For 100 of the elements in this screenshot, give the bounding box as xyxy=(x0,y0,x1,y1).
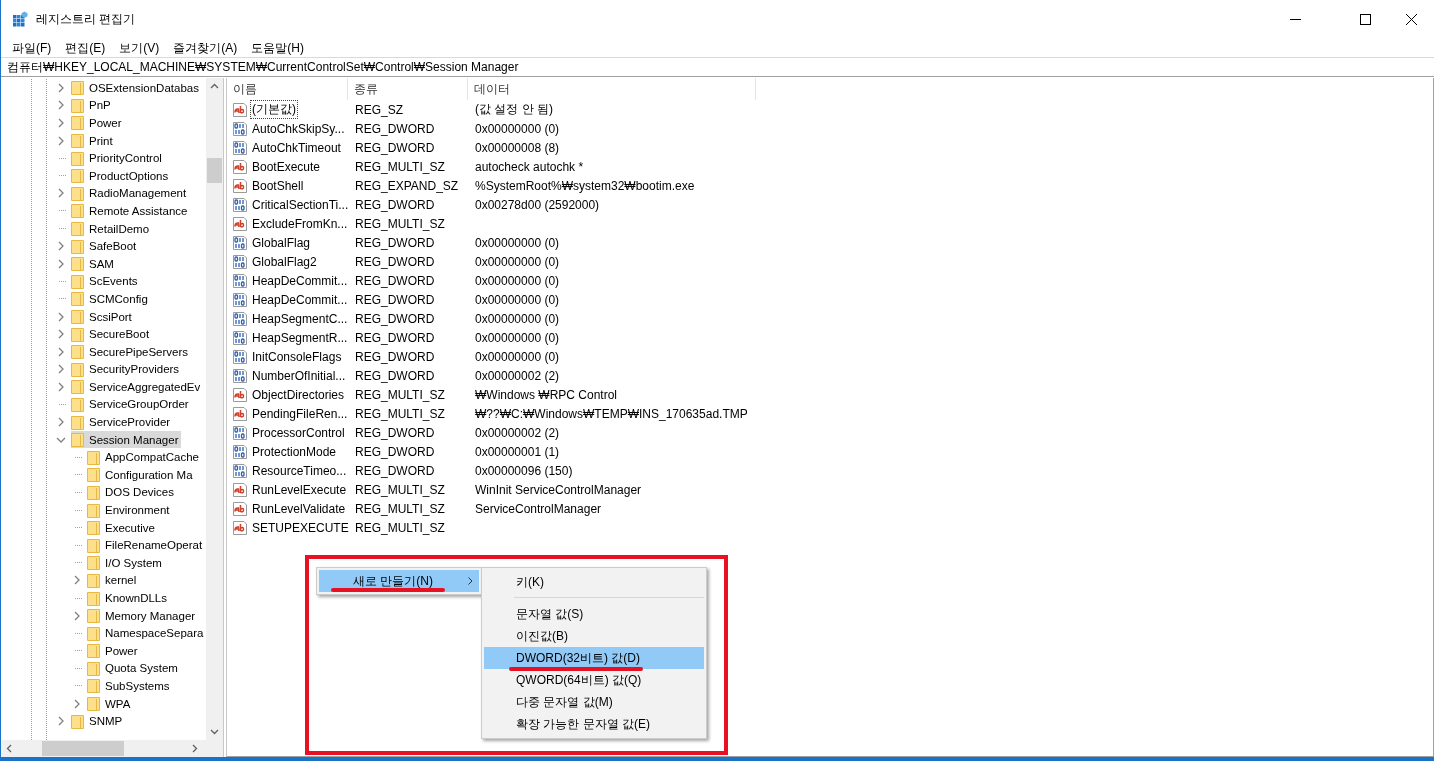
value-data: 0x00000000 (0) xyxy=(474,254,560,269)
tree-item[interactable]: Print xyxy=(71,132,115,150)
binary-value-icon xyxy=(232,348,248,365)
tree-item[interactable]: ServiceGroupOrder xyxy=(71,396,191,413)
value-name[interactable]: GlobalFlag2 xyxy=(250,253,319,270)
value-name[interactable]: InitConsoleFlags xyxy=(250,348,344,365)
scrollbar-thumb[interactable] xyxy=(42,741,124,756)
tree-item[interactable]: WPA xyxy=(87,695,133,713)
tree-item[interactable]: Session Manager xyxy=(71,431,181,449)
tree-item[interactable]: SecureBoot xyxy=(71,325,152,343)
tree-item[interactable]: ProductOptions xyxy=(71,167,171,185)
value-name[interactable]: PendingFileRen... xyxy=(250,405,350,422)
value-name[interactable]: HeapDeCommit... xyxy=(250,272,350,289)
value-name[interactable]: GlobalFlag xyxy=(250,234,313,251)
menu-item[interactable]: 다중 문자열 값(M) xyxy=(484,691,704,713)
menu-item[interactable]: 보기(V) xyxy=(112,38,167,57)
tree-item[interactable]: OSExtensionDatabas xyxy=(71,79,201,97)
tree-item[interactable]: ScEvents xyxy=(71,272,140,290)
menu-item[interactable]: 키(K) xyxy=(484,571,704,593)
value-data: 0x00000096 (150) xyxy=(474,463,573,478)
value-name[interactable]: NumberOfInitial... xyxy=(250,367,348,384)
scrollbar-thumb[interactable] xyxy=(207,158,222,183)
value-data: 0x00000000 (0) xyxy=(474,349,560,364)
tree-item[interactable]: FileRenameOperat xyxy=(87,536,205,554)
menu-item[interactable]: 문자열 값(S) xyxy=(484,603,704,625)
tree-item[interactable]: SecurePipeServers xyxy=(71,343,191,361)
menu-item[interactable]: 새로 만들기(N) xyxy=(319,570,479,592)
value-name[interactable]: ObjectDirectories xyxy=(250,386,347,403)
menu-item[interactable]: 확장 가능한 문자열 값(E) xyxy=(484,713,704,735)
tree-item[interactable]: Executive xyxy=(87,519,157,537)
value-name[interactable]: RunLevelValidate xyxy=(250,500,348,517)
value-type: REG_MULTI_SZ xyxy=(354,482,446,497)
value-name[interactable]: BootShell xyxy=(250,177,306,194)
tree-item[interactable]: ScsiPort xyxy=(71,308,134,325)
tree-item[interactable]: RadioManagement xyxy=(71,184,189,202)
tree-item[interactable]: RetailDemo xyxy=(71,220,152,238)
tree-item[interactable]: SafeBoot xyxy=(71,237,139,255)
menu-item[interactable]: 도움말(H) xyxy=(244,38,311,57)
menu-item[interactable]: 편집(E) xyxy=(58,38,113,57)
value-name[interactable]: SETUPEXECUTE xyxy=(250,519,351,536)
column-header[interactable]: 종류 xyxy=(348,78,468,100)
tree-item[interactable]: Configuration Ma xyxy=(87,466,195,484)
tree-item[interactable]: DOS Devices xyxy=(87,483,177,501)
tree-item[interactable]: kernel xyxy=(87,571,139,589)
binary-value-icon xyxy=(232,291,248,308)
tree-item[interactable]: Power xyxy=(71,114,124,132)
menu-item[interactable]: 파일(F) xyxy=(5,38,59,57)
value-name[interactable]: RunLevelExecute xyxy=(250,481,349,498)
menu-item[interactable]: DWORD(32비트) 값(D) xyxy=(484,647,704,669)
tree-item[interactable]: PnP xyxy=(71,96,113,114)
folder-icon xyxy=(71,397,84,412)
tree-item[interactable]: KnownDLLs xyxy=(87,589,169,607)
tree-item[interactable]: I/O System xyxy=(87,554,164,572)
scroll-up-icon[interactable] xyxy=(210,82,219,91)
column-header[interactable]: 이름 xyxy=(227,78,348,100)
menu-item[interactable]: 즐겨찾기(A) xyxy=(166,38,245,57)
tree-item[interactable]: SCMConfig xyxy=(71,290,150,308)
binary-value-icon xyxy=(232,462,248,479)
value-type: REG_DWORD xyxy=(354,254,436,269)
value-name[interactable]: HeapDeCommit... xyxy=(250,291,350,308)
tree-item[interactable]: SecurityProviders xyxy=(71,360,182,378)
tree-item[interactable]: ServiceAggregatedEv xyxy=(71,378,203,396)
folder-icon xyxy=(87,520,100,536)
menu-item[interactable]: QWORD(64비트) 값(Q) xyxy=(484,669,704,691)
folder-icon xyxy=(71,133,84,149)
menu-item[interactable]: 이진값(B) xyxy=(484,625,704,647)
value-name[interactable]: HeapSegmentC... xyxy=(250,310,350,327)
folder-icon xyxy=(87,590,100,606)
tree-item[interactable]: SubSystems xyxy=(87,677,172,695)
scroll-left-icon[interactable] xyxy=(5,744,14,753)
value-type: REG_MULTI_SZ xyxy=(354,387,446,402)
tree-item[interactable]: Memory Manager xyxy=(87,607,198,625)
value-name[interactable]: ExcludeFromKn... xyxy=(250,215,350,232)
tree-item[interactable]: ServiceProvider xyxy=(71,413,173,431)
tree-item[interactable]: AppCompatCache xyxy=(87,448,201,466)
value-name[interactable]: AutoChkTimeout xyxy=(250,139,343,156)
value-name[interactable]: ResourceTimeo... xyxy=(250,462,349,479)
tree-item[interactable]: NamespaceSepara xyxy=(87,624,206,642)
tree-item[interactable]: Environment xyxy=(87,501,172,519)
value-name[interactable]: BootExecute xyxy=(250,158,323,175)
scroll-down-icon[interactable] xyxy=(210,727,219,736)
tree-item[interactable]: SAM xyxy=(71,255,116,273)
tree-item[interactable]: Quota System xyxy=(87,659,180,677)
scroll-right-icon[interactable] xyxy=(190,744,199,753)
value-name[interactable]: AutoChkSkipSy... xyxy=(250,120,347,137)
tree-item[interactable]: Power xyxy=(87,642,140,660)
value-data: 0x00000002 (2) xyxy=(474,425,560,440)
tree-item[interactable]: PriorityControl xyxy=(71,149,164,167)
address-field[interactable]: 컴퓨터₩HKEY_LOCAL_MACHINE₩SYSTEM₩CurrentControlSet₩Control₩Session Manager xyxy=(1,57,1434,77)
value-name[interactable]: ProtectionMode xyxy=(250,443,339,460)
column-header[interactable]: 데이터 xyxy=(468,78,756,100)
value-type: REG_DWORD xyxy=(354,197,436,212)
value-name[interactable]: CriticalSectionTi... xyxy=(250,196,351,213)
value-name[interactable]: HeapSegmentR... xyxy=(250,329,350,346)
folder-icon xyxy=(87,484,100,500)
tree-item[interactable]: SNMP xyxy=(71,712,125,730)
value-name[interactable]: (기본값) xyxy=(250,100,298,119)
tree-item[interactable]: Remote Assistance xyxy=(71,202,190,220)
maximize-icon xyxy=(1359,13,1371,25)
value-name[interactable]: ProcessorControl xyxy=(250,424,347,441)
